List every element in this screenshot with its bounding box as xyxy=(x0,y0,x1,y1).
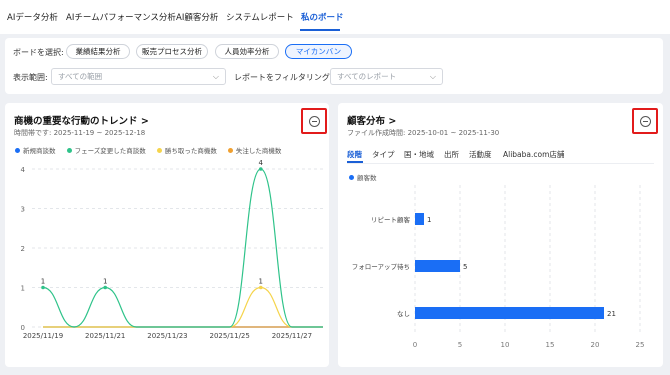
tab-ai-data-analysis[interactable]: AIデータ分析 xyxy=(7,11,58,23)
range-label: 表示範囲: xyxy=(13,73,48,82)
category-label: なし xyxy=(397,310,410,318)
bar xyxy=(415,213,424,225)
trend-line-chart: 0 1 2 3 4 2025/11/19 2025/11/21 2025/11/23 2025/… xyxy=(21,159,323,340)
active-tab-indicator xyxy=(300,29,340,31)
customer-distribution-card: 顧客分布 > ファイル作成時間: 2025-10-01 ~ 2025-11-30… xyxy=(338,103,663,367)
range-select[interactable]: すべての範囲 ⌵ xyxy=(51,68,226,85)
tab-system-report[interactable]: システムレポート xyxy=(226,11,294,23)
board-chip-my-kanban[interactable]: マイカンバン xyxy=(285,44,352,59)
range-select-value: すべての範囲 xyxy=(58,72,103,81)
category-label: リピート顧客 xyxy=(371,215,411,224)
data-label: 5 xyxy=(463,263,467,271)
data-label: 1 xyxy=(103,278,107,286)
report-filter-placeholder: すべてのレポート xyxy=(337,72,397,81)
y-tick-label: 1 xyxy=(21,285,25,293)
x-tick-label: 10 xyxy=(501,341,510,349)
x-tick-label: 2025/11/21 xyxy=(85,332,125,340)
data-label: 1 xyxy=(259,278,263,286)
x-tick-label: 0 xyxy=(413,341,417,349)
tab-ai-team-performance[interactable]: AIチームパフォーマンス分析 xyxy=(66,11,176,23)
category-label: フォローアップ待ち xyxy=(352,262,410,271)
x-tick-label: 15 xyxy=(546,341,555,349)
filter-bar: ボードを選択: 業績結果分析 販売プロセス分析 人員効率分析 マイカンバン 表示… xyxy=(5,38,663,94)
x-tick-label: 5 xyxy=(458,341,462,349)
top-navigation: AIデータ分析 AIチームパフォーマンス分析 AI顧客分析 システムレポート 私… xyxy=(0,0,670,34)
data-point xyxy=(258,167,263,171)
chevron-down-icon: ⌵ xyxy=(212,72,219,81)
report-filter-select[interactable]: すべてのレポート ⌵ xyxy=(330,68,443,85)
y-tick-label: 0 xyxy=(21,324,25,332)
x-tick-label: 2025/11/25 xyxy=(209,332,249,340)
data-label: 1 xyxy=(41,278,45,286)
y-tick-label: 3 xyxy=(21,206,25,214)
opportunity-trend-card: 商機の重要な行動のトレンド > 時間帯です: 2025-11-19 ~ 2025… xyxy=(5,103,329,367)
tab-my-board[interactable]: 私のボード xyxy=(301,11,344,23)
y-tick-label: 2 xyxy=(21,245,25,253)
board-chip-performance[interactable]: 業績結果分析 xyxy=(66,44,130,59)
x-tick-label: 2025/11/27 xyxy=(272,332,312,340)
data-label: 21 xyxy=(607,310,616,318)
tab-ai-customer-analysis[interactable]: AI顧客分析 xyxy=(176,11,218,23)
bar xyxy=(415,260,460,272)
x-tick-label: 2025/11/23 xyxy=(147,332,187,340)
report-filter-label: レポートをフィルタリング: xyxy=(234,73,333,82)
data-label: 4 xyxy=(259,159,264,167)
data-label: 1 xyxy=(427,216,431,224)
chevron-down-icon: ⌵ xyxy=(429,72,436,81)
y-tick-label: 4 xyxy=(21,166,26,174)
x-tick-label: 25 xyxy=(636,341,645,349)
data-point xyxy=(258,285,263,290)
x-tick-label: 20 xyxy=(591,341,600,349)
data-point xyxy=(41,285,45,290)
board-select-label: ボードを選択: xyxy=(13,48,64,57)
data-point xyxy=(103,285,108,290)
bar xyxy=(415,307,604,319)
x-tick-label: 2025/11/19 xyxy=(23,332,63,340)
board-chip-staff-efficiency[interactable]: 人員効率分析 xyxy=(215,44,279,59)
distribution-bar-chart: 0 5 10 15 20 25 リピート顧客 1 フォローアップ待ち 5 なし 21 xyxy=(352,185,645,349)
board-chip-sales-process[interactable]: 販売プロセス分析 xyxy=(136,44,208,59)
